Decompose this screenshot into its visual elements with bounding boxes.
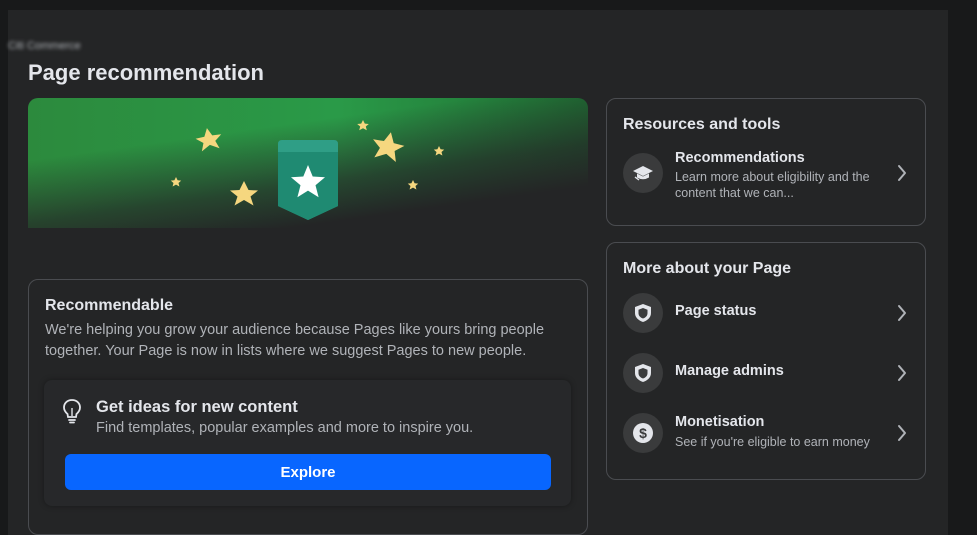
star-badge-icon: [278, 140, 338, 220]
ideas-description: Find templates, popular examples and mor…: [96, 420, 474, 436]
recommendations-label: Recommendations: [675, 150, 805, 166]
chevron-right-icon: [898, 365, 906, 381]
breadcrumb[interactable]: Citi Commerce: [8, 40, 148, 52]
svg-text:$: $: [639, 425, 647, 441]
monetisation-row[interactable]: $ Monetisation See if you're eligible to…: [607, 411, 925, 455]
ideas-title: Get ideas for new content: [96, 398, 298, 416]
chevron-right-icon: [898, 425, 906, 441]
recommendation-status-card: Recommendable We're helping you grow you…: [28, 279, 588, 535]
monetisation-subtitle: See if you're eligible to earn money: [675, 435, 870, 449]
page-status-label: Page status: [675, 303, 757, 319]
manage-admins-row[interactable]: Manage admins: [607, 351, 925, 395]
lightbulb-icon: [63, 399, 81, 424]
status-description: We're helping you grow your audience bec…: [45, 322, 545, 359]
more-about-title: More about your Page: [623, 260, 792, 277]
monetisation-label: Monetisation: [675, 414, 765, 430]
chevron-right-icon: [898, 165, 906, 181]
page-title: Page recommendation: [28, 60, 264, 85]
explore-button[interactable]: Explore: [65, 454, 551, 490]
hero-illustration: [170, 120, 445, 220]
manage-admins-label: Manage admins: [675, 363, 784, 379]
page-status-row[interactable]: Page status: [607, 291, 925, 335]
status-heading: Recommendable: [45, 297, 174, 314]
more-about-page-card: More about your Page Page status Manage: [606, 242, 926, 480]
resources-tools-card: Resources and tools Recommendations Lear…: [606, 98, 926, 226]
resources-title: Resources and tools: [623, 116, 781, 133]
main-panel: Citi Commerce Page recommendation Recomm…: [8, 10, 948, 535]
recommendations-subtitle: Learn more about eligibility and the con…: [675, 170, 870, 200]
recommendations-row[interactable]: Recommendations Learn more about eligibi…: [607, 150, 925, 200]
hero-banner: [28, 98, 588, 228]
shield-icon: [623, 353, 663, 393]
graduation-cap-icon: [623, 153, 663, 193]
chevron-right-icon: [898, 305, 906, 321]
shield-icon: [623, 293, 663, 333]
dollar-circle-icon: $: [623, 413, 663, 453]
content-ideas-box: Get ideas for new content Find templates…: [44, 380, 571, 506]
